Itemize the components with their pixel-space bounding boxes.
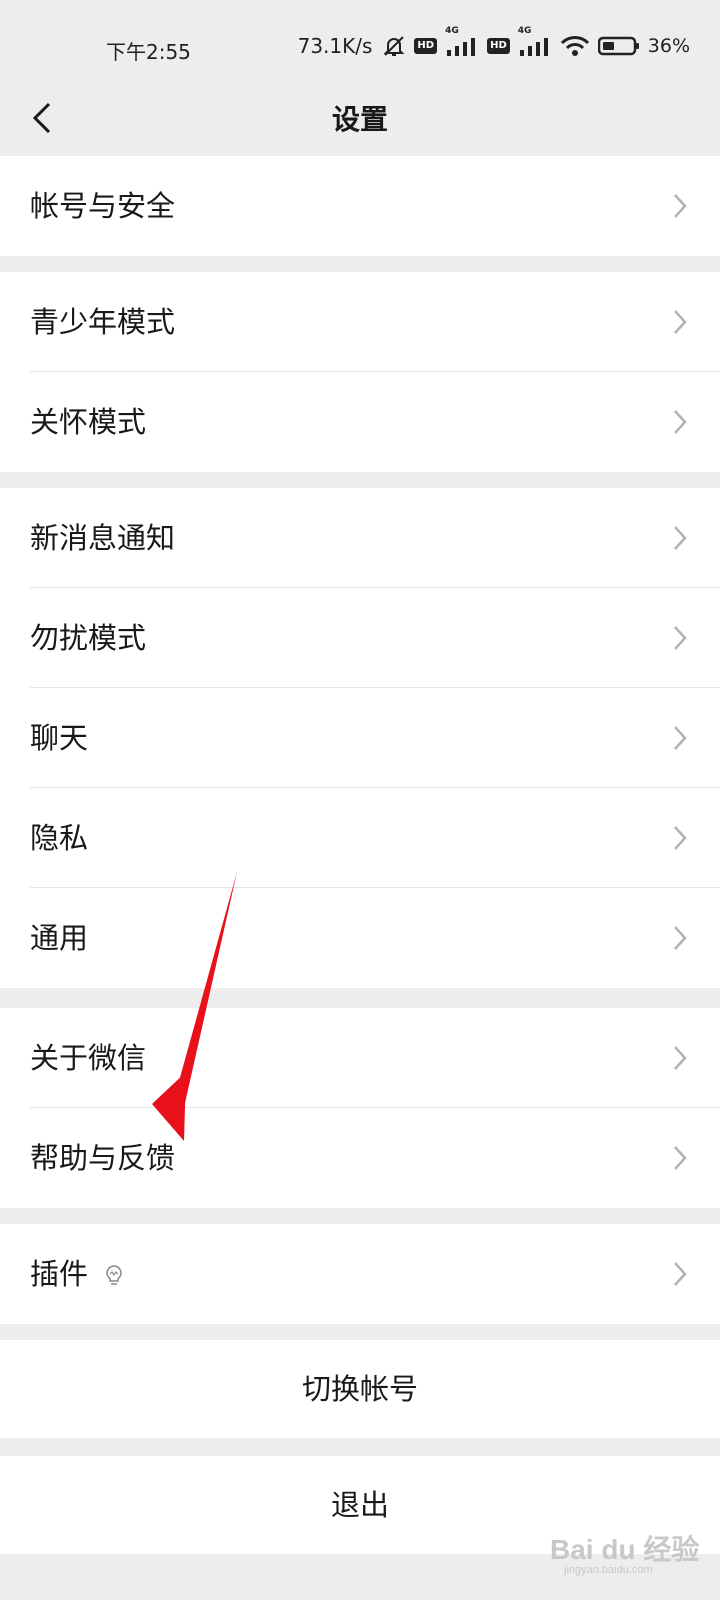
settings-item-general[interactable]: 通用 bbox=[0, 888, 720, 988]
settings-item-label: 新消息通知 bbox=[30, 521, 176, 555]
chevron-right-icon bbox=[674, 194, 687, 218]
settings-item-label: 关于微信 bbox=[30, 1041, 147, 1075]
chevron-right-icon bbox=[674, 526, 687, 550]
hd-badge-1: HD bbox=[414, 38, 438, 54]
settings-item-label: 勿扰模式 bbox=[30, 621, 147, 655]
chevron-right-icon bbox=[674, 726, 687, 750]
switch-account-button[interactable]: 切换帐号 bbox=[0, 1340, 720, 1438]
signal-icon-sim1: 4G bbox=[445, 26, 479, 56]
chevron-right-icon bbox=[674, 826, 687, 850]
settings-item-label: 关怀模式 bbox=[30, 405, 147, 439]
watermark-text: Bai du 经验 bbox=[550, 1534, 700, 1565]
settings-group-about: 关于微信 帮助与反馈 bbox=[0, 1008, 720, 1208]
battery-icon bbox=[597, 36, 639, 56]
hd-badge-2: HD bbox=[487, 38, 510, 54]
settings-item-label: 帮助与反馈 bbox=[30, 1141, 176, 1175]
settings-group-account: 帐号与安全 bbox=[0, 156, 720, 256]
settings-item-care-mode[interactable]: 关怀模式 bbox=[0, 372, 720, 472]
settings-item-about-wechat[interactable]: 关于微信 bbox=[0, 1008, 720, 1108]
settings-group-general: 新消息通知 勿扰模式 聊天 隐私 通用 bbox=[0, 488, 720, 988]
chevron-right-icon bbox=[674, 1046, 687, 1070]
page-title: 设置 bbox=[331, 103, 388, 136]
chevron-right-icon bbox=[674, 626, 687, 650]
lightbulb-icon bbox=[106, 1265, 122, 1285]
settings-item-plugins[interactable]: 插件 bbox=[0, 1224, 720, 1324]
settings-item-privacy[interactable]: 隐私 bbox=[0, 788, 720, 888]
settings-item-label: 隐私 bbox=[30, 821, 89, 855]
settings-item-notifications[interactable]: 新消息通知 bbox=[0, 488, 720, 588]
signal-icon-sim2: 4G bbox=[518, 26, 552, 56]
settings-item-label: 青少年模式 bbox=[30, 305, 176, 339]
settings-item-help-feedback[interactable]: 帮助与反馈 bbox=[0, 1108, 720, 1208]
settings-item-account-security[interactable]: 帐号与安全 bbox=[0, 156, 720, 256]
settings-group-plugins: 插件 bbox=[0, 1224, 720, 1324]
watermark-url: jingyan.baidu.com bbox=[564, 1564, 653, 1576]
status-time: 下午2:55 bbox=[106, 40, 191, 64]
settings-item-chat[interactable]: 聊天 bbox=[0, 688, 720, 788]
wifi-icon bbox=[560, 36, 589, 56]
settings-item-label: 聊天 bbox=[30, 721, 89, 755]
settings-item-label: 插件 bbox=[30, 1257, 89, 1291]
settings-item-label: 通用 bbox=[30, 921, 89, 955]
chevron-right-icon bbox=[674, 1146, 687, 1170]
battery-percent: 36% bbox=[647, 35, 690, 57]
settings-item-youth-mode[interactable]: 青少年模式 bbox=[0, 272, 720, 372]
watermark: Bai du 经验 bbox=[550, 1528, 699, 1568]
settings-item-label: 帐号与安全 bbox=[30, 189, 176, 223]
nav-bar: 设置 bbox=[0, 80, 720, 156]
chevron-right-icon bbox=[674, 410, 687, 434]
chevron-right-icon bbox=[674, 926, 687, 950]
settings-group-modes: 青少年模式 关怀模式 bbox=[0, 272, 720, 472]
chevron-right-icon bbox=[674, 310, 687, 334]
network-speed: 73.1K/s bbox=[297, 34, 373, 58]
chevron-right-icon bbox=[674, 1262, 687, 1286]
settings-item-do-not-disturb[interactable]: 勿扰模式 bbox=[0, 588, 720, 688]
mute-bell-icon bbox=[384, 36, 405, 56]
